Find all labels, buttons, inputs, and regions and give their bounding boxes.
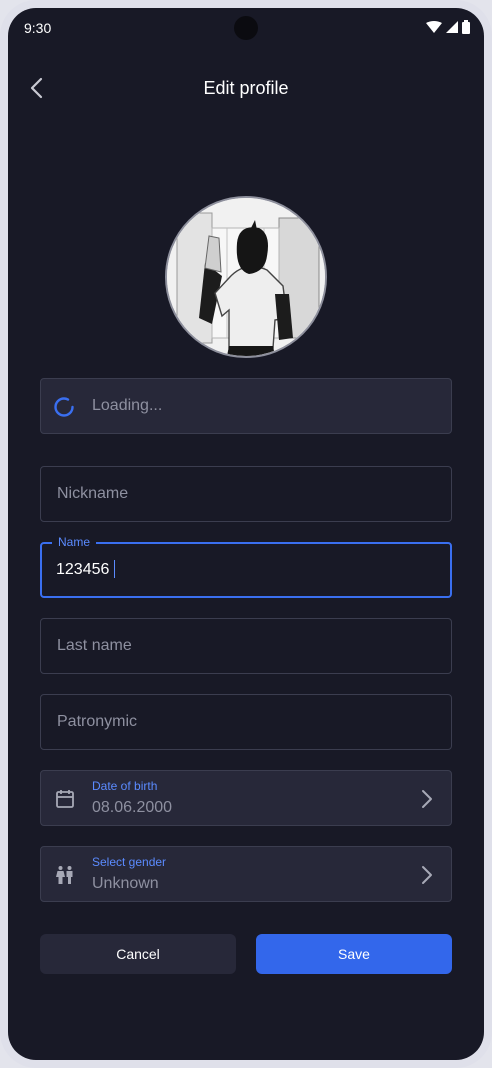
page-title: Edit profile [203,78,289,98]
date-of-birth-field[interactable]: Date of birth 08.06.2000 [40,770,452,826]
name-label: Name [52,535,97,549]
app-bar: Edit profile [8,64,484,112]
date-of-birth-label: Date of birth [92,779,158,793]
chevron-right-icon [422,866,432,884]
profile-avatar[interactable] [165,196,327,358]
battery-icon [462,20,470,34]
gender-field[interactable]: Select gender Unknown [40,846,452,902]
loading-field: Loading... [40,378,452,434]
nickname-placeholder: Nickname [57,485,129,502]
camera-cutout [234,16,258,40]
device-frame: 9:30 Edit profile Loading... Nickname Na… [0,0,492,1068]
loading-spinner-icon [54,397,74,417]
text-cursor [114,560,115,578]
name-input[interactable] [56,558,416,582]
last-name-placeholder: Last name [57,637,132,654]
status-bar: 9:30 [8,8,484,48]
status-time: 9:30 [24,20,52,36]
calendar-icon [56,790,74,808]
gender-icon [56,866,73,884]
date-of-birth-value: 08.06.2000 [92,799,173,816]
loading-text: Loading... [92,397,163,414]
cancel-button[interactable]: Cancel [40,934,236,974]
screen: 9:30 Edit profile Loading... Nickname Na… [8,8,484,1060]
gender-value: Unknown [92,875,159,892]
patronymic-field[interactable]: Patronymic [40,694,452,750]
status-icons [426,20,470,34]
avatar-illustration [167,198,325,356]
name-field[interactable]: Name [40,535,452,598]
chevron-right-icon [422,790,432,808]
save-button[interactable]: Save [256,934,452,974]
nickname-field[interactable]: Nickname [40,466,452,522]
last-name-field[interactable]: Last name [40,618,452,674]
signal-icon [446,21,458,33]
gender-label: Select gender [92,855,167,869]
wifi-icon [426,21,442,33]
patronymic-placeholder: Patronymic [57,713,138,730]
